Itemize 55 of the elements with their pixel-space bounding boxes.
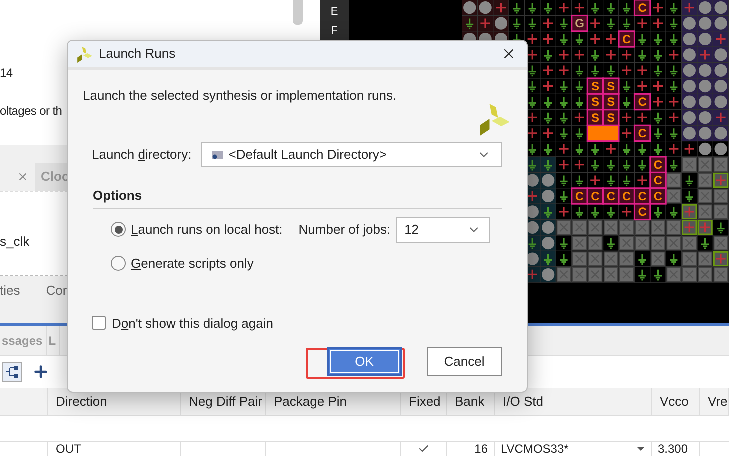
site-label: C — [638, 126, 647, 141]
site-label: S — [591, 95, 600, 110]
site-label: C — [622, 32, 632, 46]
site-label: S — [607, 110, 616, 125]
field-label: Launch directory: — [92, 146, 192, 164]
site-label: S — [607, 95, 616, 110]
site-label: C — [591, 189, 600, 204]
site-label: C — [638, 95, 647, 110]
site-label: S — [591, 110, 600, 125]
tab[interactable]: ties — [0, 281, 20, 301]
hierarchy-button[interactable] — [2, 362, 22, 382]
cancel-button[interactable]: Cancel — [427, 347, 502, 376]
row-label: F — [331, 24, 338, 38]
radio-button[interactable] — [111, 256, 126, 271]
site-label: C — [638, 205, 647, 220]
ok-button[interactable]: OK — [327, 347, 402, 376]
site-label: S — [607, 80, 616, 94]
site-label: C — [654, 189, 663, 204]
hierarchy-icon — [5, 366, 19, 378]
table-cell: OUT — [48, 442, 181, 456]
scrollbar[interactable] — [293, 0, 303, 25]
radio-label[interactable]: Launch runs on local host: — [131, 220, 283, 240]
jobs-dropdown[interactable]: 12 — [396, 216, 490, 242]
site-label: C — [638, 189, 647, 204]
checkbox-label[interactable]: Don't show this dialog again — [112, 314, 274, 333]
checkbox[interactable] — [92, 316, 106, 330]
table-cell: 3.300 — [652, 442, 700, 456]
panel-text: 14 — [0, 65, 13, 82]
row-label: E — [330, 5, 338, 20]
column-header[interactable]: Vcco — [652, 388, 700, 415]
logo-icon — [477, 102, 511, 136]
dialog-title: Launch Runs — [99, 45, 176, 64]
radio-label[interactable]: Generate scripts only — [131, 254, 254, 274]
logo-icon — [76, 46, 93, 62]
table-cell: 16 — [447, 442, 495, 456]
field-label: Number of jobs: — [298, 220, 391, 239]
site-label: C — [575, 189, 584, 204]
radio-button[interactable] — [111, 222, 126, 237]
table-cell[interactable]: LVCMOS33* — [495, 442, 652, 456]
add-icon[interactable] — [32, 363, 50, 381]
panel-text: oltages or th — [0, 103, 62, 120]
site-label: S — [591, 80, 600, 94]
launch-directory-dropdown[interactable]: <Default Launch Directory> — [200, 142, 502, 167]
site-label: C — [654, 158, 663, 172]
site-label: C — [606, 189, 616, 204]
site-label: C — [638, 1, 647, 15]
net-name: s_clk — [0, 234, 30, 249]
caret-icon — [637, 447, 645, 451]
description-text: Launch the selected synthesis or implementation runs. — [83, 87, 398, 105]
section-title: Options — [93, 188, 142, 203]
site-label: C — [654, 174, 663, 188]
site-label: G — [575, 16, 584, 31]
column-header[interactable]: Vre — [700, 388, 729, 415]
site-label: C — [622, 189, 632, 204]
folder-icon — [212, 150, 224, 160]
